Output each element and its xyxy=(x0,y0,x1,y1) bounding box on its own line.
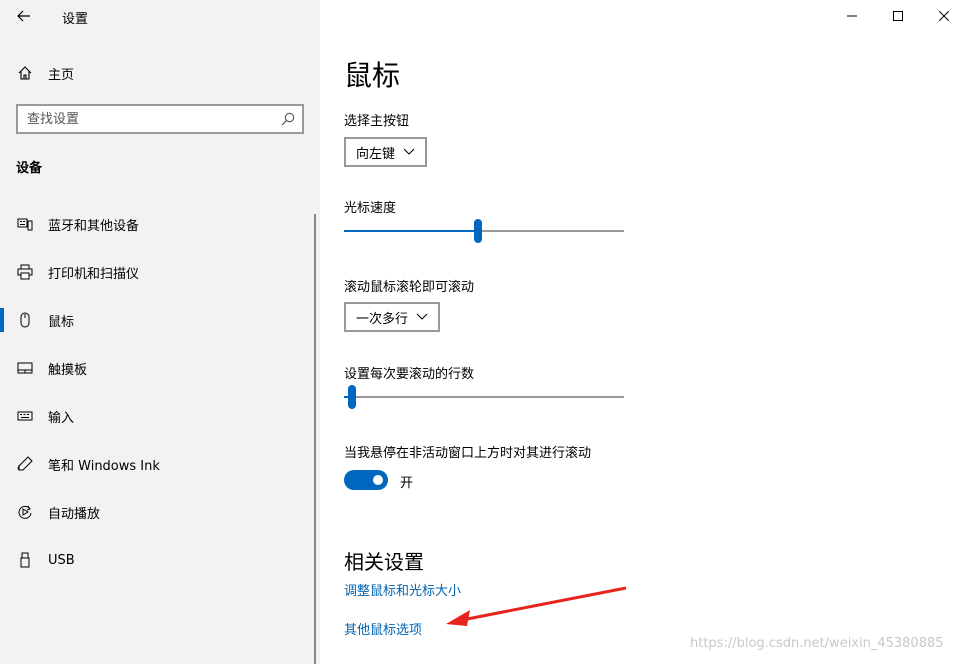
scroll-mode-label: 滚动鼠标滚轮即可滚动 xyxy=(344,280,475,295)
annotation-arrow xyxy=(446,586,627,626)
toggle-state-text: 开 xyxy=(400,476,414,491)
back-arrow-icon xyxy=(17,10,30,22)
sidebar-item-autoplay[interactable]: 自动播放 xyxy=(0,488,320,536)
chevron-down-icon xyxy=(416,313,428,320)
search-input[interactable] xyxy=(18,106,268,132)
primary-button-label: 选择主按钮 xyxy=(344,114,410,129)
primary-button-dropdown[interactable]: 向左键 xyxy=(344,137,428,167)
home-icon xyxy=(16,64,34,82)
back-button[interactable] xyxy=(8,4,40,28)
maximize-button[interactable] xyxy=(875,0,921,32)
minimize-button[interactable] xyxy=(829,0,875,32)
sidebar-item-touchpad[interactable]: 触摸板 xyxy=(0,344,320,392)
toggle-knob xyxy=(373,475,383,485)
search-box[interactable] xyxy=(16,104,304,134)
search-icon xyxy=(281,112,295,126)
usb-icon xyxy=(16,551,34,569)
sidebar-item-label: 触摸板 xyxy=(48,362,88,378)
minimize-icon xyxy=(847,15,857,17)
title-bar: 设置 xyxy=(0,0,320,32)
sidebar-item-label: 输入 xyxy=(48,410,75,426)
sidebar-item-pen[interactable]: 笔和 Windows Ink xyxy=(0,440,320,488)
sidebar-item-mouse[interactable]: 鼠标 xyxy=(0,296,320,344)
scroll-lines-slider[interactable] xyxy=(344,385,624,409)
page-title: 鼠标 xyxy=(344,59,401,92)
sidebar-item-typing[interactable]: 输入 xyxy=(0,392,320,440)
inactive-scroll-label: 当我悬停在非活动窗口上方时对其进行滚动 xyxy=(344,446,592,461)
pen-icon xyxy=(16,455,34,473)
sidebar-scrollbar[interactable] xyxy=(314,214,316,664)
maximize-icon xyxy=(893,11,903,21)
section-title: 设备 xyxy=(16,161,43,176)
autoplay-icon xyxy=(16,503,34,521)
sidebar-item-label: 自动播放 xyxy=(48,506,101,522)
touchpad-icon xyxy=(16,359,34,377)
sidebar-item-label: 打印机和扫描仪 xyxy=(48,266,140,282)
mouse-icon xyxy=(16,311,34,329)
sidebar-item-label: 鼠标 xyxy=(48,314,75,330)
printer-icon xyxy=(16,263,34,281)
sidebar-item-usb[interactable]: USB xyxy=(0,536,320,584)
close-button[interactable] xyxy=(921,0,967,32)
slider-track xyxy=(344,396,624,398)
close-icon xyxy=(939,11,949,21)
sidebar-item-label: 蓝牙和其他设备 xyxy=(48,218,140,234)
dropdown-value: 一次多行 xyxy=(356,311,409,327)
nav-list: 蓝牙和其他设备 打印机和扫描仪 鼠标 触摸板 输入 笔和 Windows Ink… xyxy=(0,200,320,584)
scroll-lines-label: 设置每次要滚动的行数 xyxy=(344,367,475,382)
inactive-scroll-toggle[interactable] xyxy=(344,470,388,490)
cursor-speed-label: 光标速度 xyxy=(344,201,397,216)
bluetooth-devices-icon xyxy=(16,215,34,233)
main-content: 鼠标 选择主按钮 向左键 光标速度 滚动鼠标滚轮即可滚动 一次多行 设置每次要滚… xyxy=(320,0,967,664)
app-title: 设置 xyxy=(62,12,89,27)
sidebar-item-bluetooth[interactable]: 蓝牙和其他设备 xyxy=(0,200,320,248)
additional-mouse-options-link[interactable]: 其他鼠标选项 xyxy=(344,619,422,638)
sidebar-item-label: 笔和 Windows Ink xyxy=(48,458,160,474)
related-settings-title: 相关设置 xyxy=(344,550,424,574)
sidebar-item-printers[interactable]: 打印机和扫描仪 xyxy=(0,248,320,296)
chevron-down-icon xyxy=(403,148,415,155)
cursor-speed-slider[interactable] xyxy=(344,219,624,243)
scroll-mode-dropdown[interactable]: 一次多行 xyxy=(344,302,441,332)
active-indicator xyxy=(0,308,4,332)
slider-fill xyxy=(344,230,479,232)
dropdown-value: 向左键 xyxy=(356,146,396,162)
sidebar-item-label: USB xyxy=(48,552,75,568)
watermark: https://blog.csdn.net/weixin_45380885 xyxy=(690,636,944,651)
slider-thumb[interactable] xyxy=(348,385,357,409)
slider-thumb[interactable] xyxy=(474,219,483,243)
sidebar: 设置 主页 设备 蓝牙和其他设备 打印机和扫描仪 鼠 xyxy=(0,0,320,664)
window-controls xyxy=(829,0,967,32)
home-label: 主页 xyxy=(48,67,75,83)
keyboard-icon xyxy=(16,407,34,425)
sidebar-item-home[interactable]: 主页 xyxy=(0,56,320,90)
